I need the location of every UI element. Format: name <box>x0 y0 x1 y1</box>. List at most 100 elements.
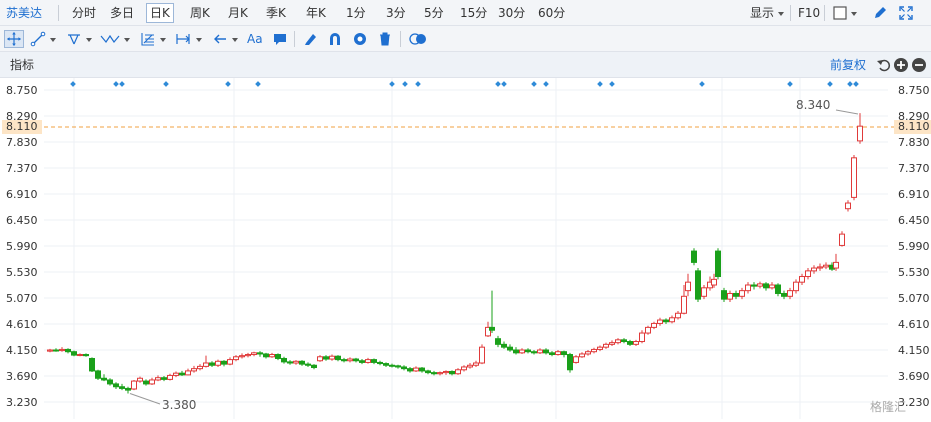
candle-body <box>479 346 485 364</box>
candle-body <box>519 349 525 354</box>
candle-body <box>507 346 513 351</box>
candle-body <box>203 362 209 367</box>
trash-icon[interactable] <box>377 31 393 47</box>
period-5min[interactable]: 5分 <box>424 4 444 22</box>
candle-body <box>489 326 495 331</box>
chevron-down-icon <box>86 38 92 42</box>
candle-body <box>113 383 119 388</box>
adjust-mode[interactable]: 前复权 <box>830 56 866 74</box>
candle-body <box>299 360 305 365</box>
candle-body <box>413 367 419 372</box>
chevron-down-icon <box>124 38 130 42</box>
comment-icon[interactable] <box>272 31 288 47</box>
candle-body <box>59 348 65 352</box>
candle-body <box>233 356 239 361</box>
period-zhouk[interactable]: 周K <box>190 4 210 22</box>
period-jik[interactable]: 季K <box>266 4 286 22</box>
y-tick: 4.150 <box>6 344 38 357</box>
channel-tool-icon[interactable] <box>66 31 82 47</box>
period-30min[interactable]: 30分 <box>498 4 525 22</box>
candle-body <box>407 368 413 372</box>
period-15min[interactable]: 15分 <box>460 4 487 22</box>
candle-body <box>107 379 113 385</box>
candle-body <box>215 360 221 366</box>
candle-body <box>633 341 639 345</box>
period-yuek[interactable]: 月K <box>228 4 248 22</box>
y-tick: 8.750 <box>6 84 38 97</box>
candle-body <box>727 292 733 300</box>
y-tick: 5.990 <box>898 240 930 253</box>
f10-button[interactable]: F10 <box>798 4 820 22</box>
current-price-tag: 8.110 <box>894 120 931 134</box>
low-annotation: 3.380 <box>162 398 197 412</box>
fibonacci-tool-icon[interactable] <box>140 31 156 47</box>
candle-body <box>149 379 155 385</box>
eraser-icon[interactable] <box>302 31 318 47</box>
period-rik[interactable]: 日K <box>146 3 174 23</box>
candle-body <box>775 284 781 294</box>
period-60min[interactable]: 60分 <box>538 4 565 22</box>
period-fenshi[interactable]: 分时 <box>72 4 96 22</box>
wave-tool-icon[interactable] <box>100 31 120 47</box>
y-tick: 8.750 <box>898 84 930 97</box>
eye-icon[interactable] <box>352 31 368 47</box>
candle-body <box>179 372 185 376</box>
candle-body <box>281 357 287 363</box>
candle-body <box>461 366 467 371</box>
zoom-in-icon[interactable] <box>893 57 909 73</box>
watermark-text: 格隆汇 <box>870 400 907 414</box>
event-marker <box>415 81 421 87</box>
candle-body <box>513 349 519 354</box>
period-niank[interactable]: 年K <box>306 4 326 22</box>
candle-body <box>857 125 863 142</box>
overlay-toggle-icon[interactable] <box>408 31 428 47</box>
fullscreen-icon[interactable] <box>898 5 914 21</box>
candle-body <box>197 365 203 370</box>
candle-body <box>701 287 707 297</box>
line-tool-icon[interactable] <box>30 31 46 47</box>
text-tool-icon[interactable]: Aa <box>247 30 263 48</box>
candle-body <box>143 380 149 385</box>
event-marker <box>543 81 549 87</box>
candle-body <box>839 233 845 246</box>
range-tool-icon[interactable] <box>175 31 191 47</box>
period-3min[interactable]: 3分 <box>386 4 406 22</box>
candle-body <box>609 342 615 345</box>
candle-body <box>567 354 573 371</box>
candle-body <box>419 367 425 372</box>
candle-body <box>597 346 603 350</box>
event-marker <box>70 81 76 87</box>
candle-body <box>425 370 431 374</box>
candle-body <box>675 312 681 319</box>
candle-body <box>845 202 851 210</box>
kline-chart[interactable]: 8.750 8.290 7.830 7.370 6.910 6.450 5.99… <box>0 78 931 419</box>
candle-body <box>579 353 585 358</box>
period-duori[interactable]: 多日 <box>110 4 134 22</box>
candle-body <box>95 370 101 379</box>
y-tick: 3.690 <box>6 370 38 383</box>
zoom-out-icon[interactable] <box>911 57 927 73</box>
candle-body <box>173 372 179 376</box>
arrow-left-icon[interactable] <box>212 31 228 47</box>
move-cross-icon[interactable] <box>4 30 24 48</box>
pen-icon[interactable] <box>872 5 888 21</box>
candle-body <box>695 270 701 300</box>
display-menu[interactable]: 显示 <box>750 4 774 22</box>
candle-body <box>437 372 443 375</box>
event-marker <box>853 81 859 87</box>
y-tick: 7.830 <box>6 136 38 149</box>
checkbox-icon[interactable] <box>832 5 848 21</box>
candle-body <box>615 339 621 344</box>
stock-name[interactable]: 苏美达 <box>6 4 42 22</box>
period-1min[interactable]: 1分 <box>346 4 366 22</box>
magnet-icon[interactable] <box>327 31 343 47</box>
candle-body <box>245 354 251 357</box>
candle-body <box>251 352 257 356</box>
candle-body <box>561 351 567 356</box>
candle-body <box>549 352 555 356</box>
reset-icon[interactable] <box>876 57 892 73</box>
indicator-label[interactable]: 指标 <box>10 56 34 74</box>
candle-body <box>531 351 537 354</box>
candle-body <box>239 355 245 358</box>
kline-svg[interactable] <box>0 78 931 419</box>
